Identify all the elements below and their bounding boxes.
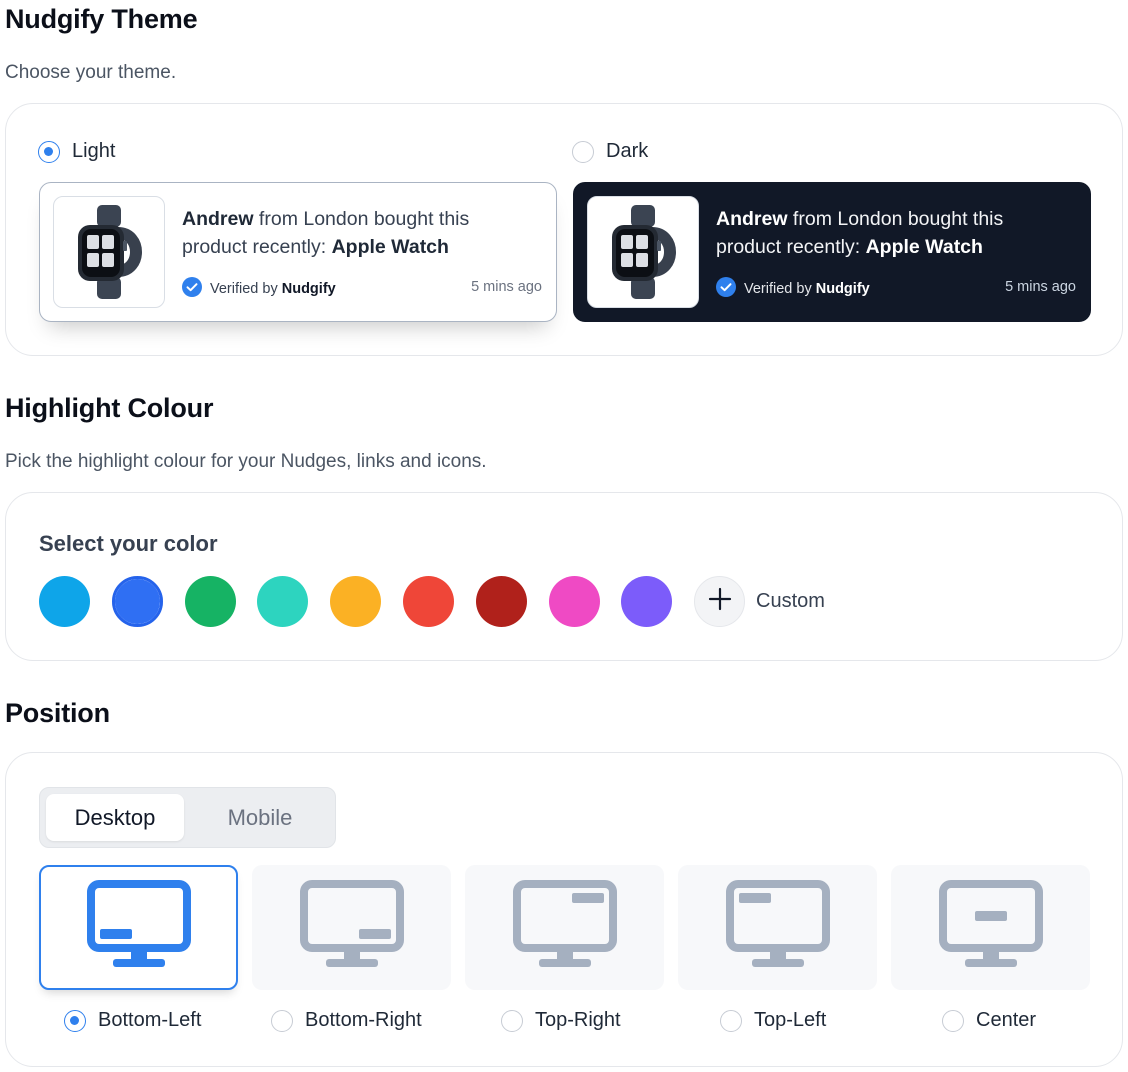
monitor-bottom-right-icon xyxy=(299,880,404,975)
radio-dark[interactable] xyxy=(572,140,594,163)
verified-check-icon xyxy=(182,277,202,301)
position-option-bottom-right[interactable]: Bottom-Right xyxy=(271,1009,422,1032)
position-card: Desktop Mobile Bottom-Left Bottom-Right xyxy=(5,752,1123,1067)
position-tile-bottom-right[interactable] xyxy=(252,865,451,990)
notification-text: Andrew from London bought this product r… xyxy=(716,205,1066,261)
position-tile-bottom-left[interactable] xyxy=(39,865,238,990)
radio-top-right[interactable] xyxy=(501,1009,523,1032)
theme-option-light-label: Light xyxy=(72,140,116,162)
position-option-center[interactable]: Center xyxy=(942,1009,1036,1032)
verified-row: Verified by Nudgify xyxy=(716,277,870,301)
notification-text: Andrew from London bought this product r… xyxy=(182,205,532,261)
tab-mobile[interactable]: Mobile xyxy=(191,794,329,841)
color-swatch[interactable] xyxy=(548,576,600,627)
dark-theme-preview[interactable]: Andrew from London bought this product r… xyxy=(573,182,1091,322)
position-tile-top-right[interactable] xyxy=(465,865,664,990)
custom-color-label[interactable]: Custom xyxy=(756,590,825,613)
theme-option-dark-label: Dark xyxy=(606,140,649,162)
verified-brand: Nudgify xyxy=(281,281,336,297)
position-option-bottom-left[interactable]: Bottom-Left xyxy=(64,1009,201,1032)
monitor-top-left-icon xyxy=(725,880,830,975)
time-ago: 5 mins ago xyxy=(471,279,542,295)
buyer-name: Andrew xyxy=(716,208,788,230)
position-option-bottom-left-label: Bottom-Left xyxy=(98,1009,202,1031)
monitor-top-right-icon xyxy=(512,880,617,975)
color-swatch[interactable] xyxy=(111,576,163,627)
position-option-bottom-right-label: Bottom-Right xyxy=(305,1009,422,1031)
theme-title: Nudgify Theme xyxy=(5,4,198,34)
color-swatch[interactable] xyxy=(39,576,90,627)
position-option-center-label: Center xyxy=(976,1009,1037,1031)
color-swatch[interactable] xyxy=(184,576,236,627)
theme-option-dark[interactable]: Dark xyxy=(572,140,648,163)
custom-color-button[interactable] xyxy=(694,576,745,627)
position-option-top-right[interactable]: Top-Right xyxy=(501,1009,621,1032)
color-subtitle: Pick the highlight colour for your Nudge… xyxy=(5,451,487,472)
position-option-top-left[interactable]: Top-Left xyxy=(720,1009,826,1032)
radio-top-left[interactable] xyxy=(720,1009,742,1032)
position-tile-center[interactable] xyxy=(891,865,1090,990)
theme-option-light[interactable]: Light xyxy=(38,140,115,163)
select-color-label: Select your color xyxy=(39,531,218,556)
tab-desktop[interactable]: Desktop xyxy=(46,794,184,841)
verified-prefix: Verified by xyxy=(744,281,816,297)
color-swatch[interactable] xyxy=(403,576,454,627)
color-card: Select your color Custom xyxy=(5,492,1123,661)
monitor-center-icon xyxy=(938,880,1043,975)
light-theme-preview[interactable]: Andrew from London bought this product r… xyxy=(39,182,557,322)
radio-bottom-left[interactable] xyxy=(64,1009,86,1032)
apple-watch-image xyxy=(587,196,699,308)
product-name: Apple Watch xyxy=(331,236,449,258)
verified-row: Verified by Nudgify xyxy=(182,277,336,301)
color-swatch[interactable] xyxy=(621,576,673,627)
verified-brand: Nudgify xyxy=(815,281,870,297)
plus-icon xyxy=(708,587,732,616)
radio-bottom-right[interactable] xyxy=(271,1009,293,1032)
verified-check-icon xyxy=(716,277,736,301)
device-toggle: Desktop Mobile xyxy=(39,787,336,848)
theme-subtitle: Choose your theme. xyxy=(5,62,177,83)
apple-watch-image xyxy=(53,196,165,308)
theme-card: Light Dark Andrew from London bought thi… xyxy=(5,103,1123,356)
position-tile-top-left[interactable] xyxy=(678,865,877,990)
color-swatch[interactable] xyxy=(330,576,382,627)
time-ago: 5 mins ago xyxy=(1005,279,1076,295)
position-title: Position xyxy=(5,698,110,728)
radio-light[interactable] xyxy=(38,140,60,163)
monitor-bottom-left-icon xyxy=(86,880,191,975)
buyer-name: Andrew xyxy=(182,208,254,230)
position-option-top-right-label: Top-Right xyxy=(535,1009,621,1031)
verified-prefix: Verified by xyxy=(210,281,282,297)
color-swatch[interactable] xyxy=(475,576,527,627)
product-name: Apple Watch xyxy=(865,236,983,258)
radio-center[interactable] xyxy=(942,1009,964,1032)
position-option-top-left-label: Top-Left xyxy=(754,1009,827,1031)
color-title: Highlight Colour xyxy=(5,393,214,423)
color-swatch[interactable] xyxy=(257,576,309,627)
